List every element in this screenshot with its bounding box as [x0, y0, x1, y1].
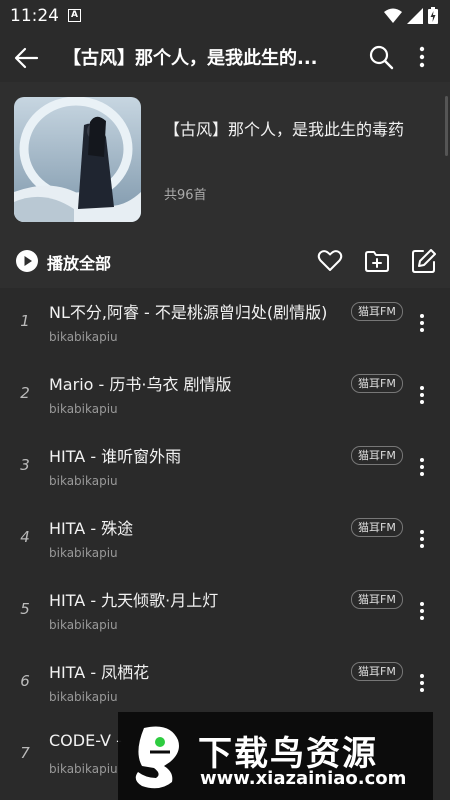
more-vertical-icon[interactable]: [414, 528, 430, 550]
watermark-url: www.xiazainiao.com: [200, 768, 407, 789]
song-row[interactable]: 4 HITA - 殊途 bikabikapiu 猫耳FM: [0, 504, 450, 576]
back-arrow-icon[interactable]: [12, 44, 40, 72]
source-badge: 猫耳FM: [351, 374, 403, 393]
song-artist: bikabikapiu: [49, 618, 118, 632]
song-title: HITA - 谁听窗外雨: [49, 447, 182, 466]
more-vertical-icon[interactable]: [414, 672, 430, 694]
add-to-folder-icon[interactable]: [364, 248, 390, 274]
battery-icon: [428, 7, 438, 24]
song-artist: bikabikapiu: [49, 546, 118, 560]
bird-logo-icon: [135, 726, 179, 789]
song-title: HITA - 殊途: [49, 519, 134, 538]
song-row[interactable]: 3 HITA - 谁听窗外雨 bikabikapiu 猫耳FM: [0, 432, 450, 504]
song-index: 7: [20, 744, 30, 762]
page-title: 【古风】那个人，是我此生的...: [63, 48, 318, 69]
song-title: HITA - 凤栖花: [49, 663, 150, 682]
song-title: NL不分,阿睿 - 不是桃源曾归处(剧情版): [49, 303, 328, 322]
app-bar: 【古风】那个人，是我此生的...: [0, 32, 450, 82]
song-index: 6: [20, 672, 30, 690]
scrollbar-thumb[interactable]: [445, 96, 448, 156]
song-artist: bikabikapiu: [49, 762, 118, 776]
status-bar: 11:24 A: [0, 0, 450, 32]
playlist-name: 【古风】那个人，是我此生的毒药: [164, 120, 405, 139]
status-icons: [384, 7, 438, 24]
more-vertical-icon[interactable]: [414, 600, 430, 622]
source-badge: 猫耳FM: [351, 446, 403, 465]
song-row[interactable]: 2 Mario - 历书·乌衣 剧情版 bikabikapiu 猫耳FM: [0, 360, 450, 432]
song-index: 3: [20, 456, 30, 474]
song-artist: bikabikapiu: [49, 402, 118, 416]
source-badge: 猫耳FM: [351, 590, 403, 609]
action-bar: 播放全部: [0, 234, 450, 288]
song-index: 1: [20, 312, 30, 330]
song-artist: bikabikapiu: [49, 474, 118, 488]
source-badge: 猫耳FM: [351, 518, 403, 537]
play-circle-icon[interactable]: [16, 250, 38, 272]
playlist-header: 【古风】那个人，是我此生的毒药 共96首: [0, 82, 450, 234]
notification-a-icon: A: [68, 9, 81, 22]
edit-icon[interactable]: [411, 248, 437, 274]
wifi-icon: [384, 8, 402, 23]
song-artist: bikabikapiu: [49, 330, 118, 344]
song-row[interactable]: 6 HITA - 凤栖花 bikabikapiu 猫耳FM: [0, 648, 450, 720]
song-title: HITA - 九天倾歌·月上灯: [49, 591, 219, 610]
status-time: 11:24: [10, 6, 59, 26]
signal-icon: [407, 7, 423, 24]
song-row[interactable]: 5 HITA - 九天倾歌·月上灯 bikabikapiu 猫耳FM: [0, 576, 450, 648]
play-all-button[interactable]: 播放全部: [47, 250, 111, 274]
more-vertical-icon[interactable]: [412, 44, 432, 70]
source-badge: 猫耳FM: [351, 662, 403, 681]
song-index: 5: [20, 600, 30, 618]
watermark-overlay: 下载鸟资源 www.xiazainiao.com: [118, 712, 433, 800]
playlist-cover-image[interactable]: [14, 97, 141, 222]
heart-icon[interactable]: [317, 248, 343, 274]
source-badge: 猫耳FM: [351, 302, 403, 321]
song-index: 2: [20, 384, 30, 402]
more-vertical-icon[interactable]: [414, 384, 430, 406]
playlist-song-count: 共96首: [164, 188, 207, 203]
song-title: Mario - 历书·乌衣 剧情版: [49, 375, 232, 394]
song-index: 4: [20, 528, 30, 546]
more-vertical-icon[interactable]: [414, 456, 430, 478]
song-row[interactable]: 1 NL不分,阿睿 - 不是桃源曾归处(剧情版) bikabikapiu 猫耳F…: [0, 288, 450, 360]
song-artist: bikabikapiu: [49, 690, 118, 704]
more-vertical-icon[interactable]: [414, 312, 430, 334]
search-icon[interactable]: [368, 44, 394, 70]
